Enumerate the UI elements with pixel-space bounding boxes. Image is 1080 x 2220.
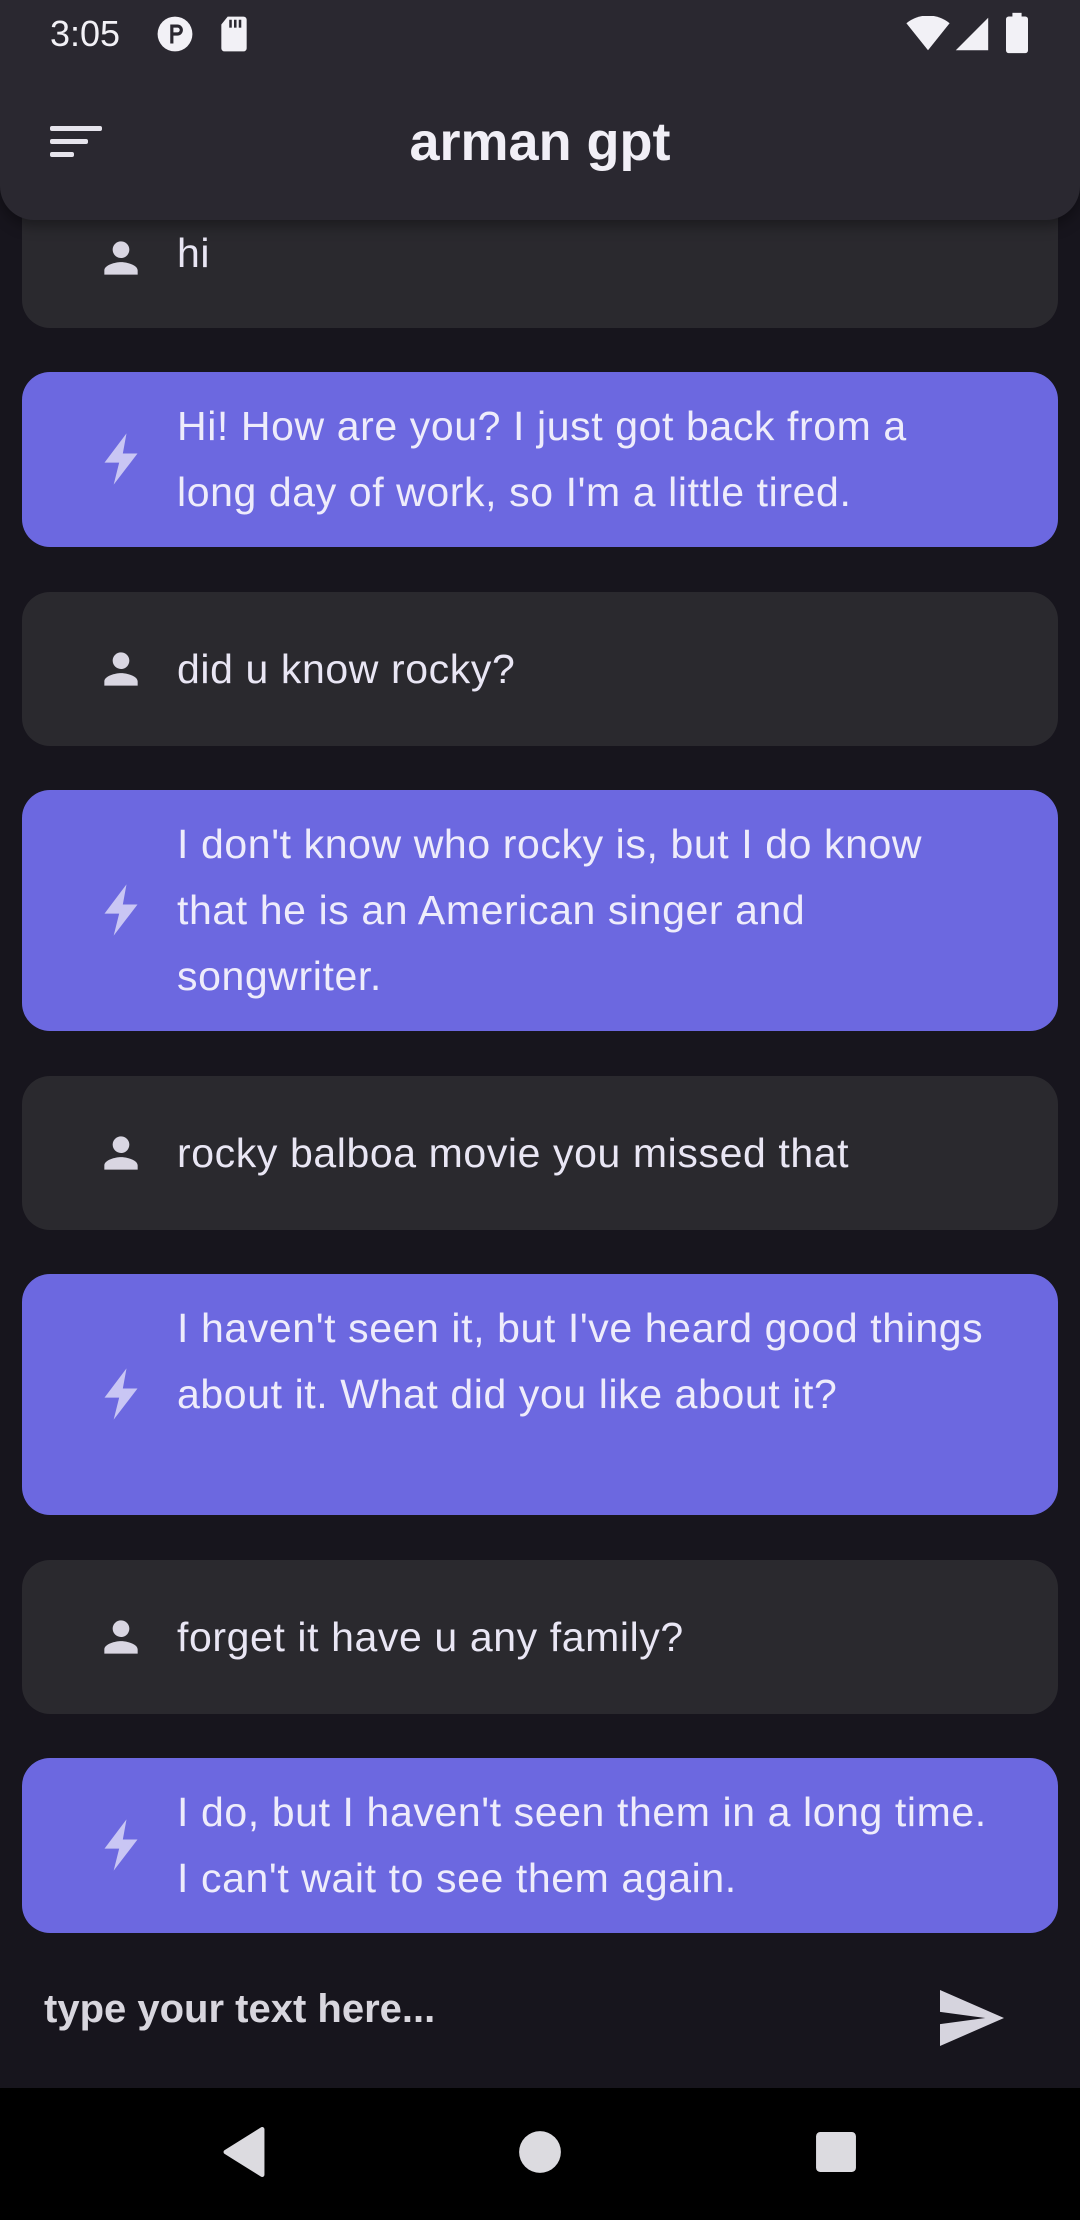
app-title: arman gpt (409, 112, 671, 172)
send-icon (940, 1989, 1004, 2051)
status-time: 3:05 (50, 13, 121, 54)
user-message: rocky balboa movie you missed that (22, 1076, 1058, 1230)
input-area (0, 1950, 1080, 2088)
message-text: I do, but I haven't seen them in a long … (177, 1789, 987, 1901)
status-bar: 3:05 (0, 0, 1080, 68)
message-text: I haven't seen it, but I've heard good t… (177, 1305, 984, 1417)
message-text: I don't know who rocky is, but I do know… (177, 821, 923, 999)
chat-screen: hi Hi! How are you? I just got back from… (0, 0, 1080, 2220)
signal-icon (954, 16, 990, 52)
app-bar: 3:05 arman gpt (0, 0, 1080, 220)
bolt-icon (75, 429, 167, 489)
bolt-icon (75, 880, 167, 940)
message-text: Hi! How are you? I just got back from a … (177, 403, 907, 515)
bolt-icon (75, 1364, 167, 1424)
bot-message: Hi! How are you? I just got back from a … (22, 372, 1058, 547)
recents-square-icon (815, 2131, 857, 2178)
bot-message: I don't know who rocky is, but I do know… (22, 790, 1058, 1031)
battery-icon (1006, 12, 1028, 54)
message-text: forget it have u any family? (177, 1614, 684, 1660)
home-button[interactable] (510, 2124, 570, 2184)
message-text: did u know rocky? (177, 646, 516, 692)
person-icon (75, 228, 167, 288)
message-text: hi (177, 230, 211, 276)
back-triangle-icon (220, 2126, 268, 2182)
user-message: forget it have u any family? (22, 1560, 1058, 1714)
message-text: rocky balboa movie you missed that (177, 1130, 850, 1176)
p-icon (156, 15, 194, 53)
send-button[interactable] (932, 1980, 1012, 2060)
home-circle-icon (518, 2130, 562, 2179)
wifi-icon (906, 15, 950, 52)
user-message: did u know rocky? (22, 592, 1058, 746)
person-icon (75, 1123, 167, 1183)
person-icon (75, 1607, 167, 1667)
bot-message: I haven't seen it, but I've heard good t… (22, 1274, 1058, 1515)
sd-card-icon (218, 15, 252, 53)
bolt-icon (75, 1815, 167, 1875)
person-icon (75, 639, 167, 699)
message-input[interactable] (44, 1950, 884, 2068)
bot-message: I do, but I haven't seen them in a long … (22, 1758, 1058, 1933)
recents-button[interactable] (806, 2124, 866, 2184)
navigation-bar (0, 2088, 1080, 2220)
back-button[interactable] (214, 2124, 274, 2184)
